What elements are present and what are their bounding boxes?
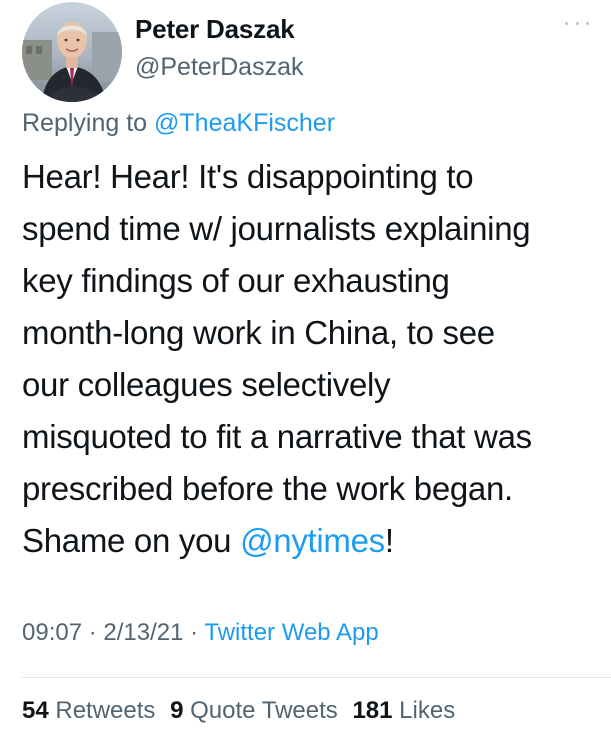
tweet-text-last-line: Shame on you @nytimes! <box>22 515 607 567</box>
tweet-date[interactable]: 2/13/21 <box>103 619 183 646</box>
likes-label: Likes <box>399 697 456 724</box>
tweet-text-line: month-long work in China, to see <box>22 314 495 351</box>
reply-mention-link[interactable]: @TheaKFischer <box>154 109 335 137</box>
meta-separator: · <box>183 619 205 646</box>
likes-stat[interactable]: 181 Likes <box>352 697 455 724</box>
tweet-text-segment: ! <box>384 522 394 559</box>
nytimes-mention-link[interactable]: @nytimes <box>240 522 385 559</box>
quote-tweets-stat[interactable]: 9 Quote Tweets <box>170 697 338 724</box>
more-dot <box>575 21 579 25</box>
likes-count: 181 <box>352 697 393 724</box>
replying-to-label: Replying to <box>22 109 148 137</box>
retweets-stat[interactable]: 54 Retweets <box>22 697 155 724</box>
tweet-text-line: spend time w/ journalists explaining <box>22 210 531 247</box>
tweet-text-line: our colleagues selectively <box>22 366 391 403</box>
tweet-time[interactable]: 09:07 <box>22 619 82 646</box>
tweet-text-line: prescribed before the work began. <box>22 470 513 507</box>
meta-separator: · <box>82 619 104 646</box>
retweets-label: Retweets <box>55 697 156 724</box>
tweet-source-link[interactable]: Twitter Web App <box>204 619 378 646</box>
retweets-count: 54 <box>22 697 49 724</box>
more-dot <box>586 21 589 25</box>
avatar[interactable] <box>22 2 122 102</box>
avatar-photo <box>22 2 122 102</box>
tweet-text: Hear! Hear! It's disappointing to spend … <box>22 151 607 567</box>
author-handle[interactable]: @PeterDaszak <box>135 53 304 82</box>
quote-tweets-label: Quote Tweets <box>190 697 338 724</box>
tweet-metadata: 09:07 · 2/13/21 · Twitter Web App <box>22 619 379 647</box>
tweet-text-line: Hear! Hear! It's disappointing to <box>22 158 474 195</box>
more-horizontal-icon[interactable] <box>565 18 589 28</box>
quote-tweets-count: 9 <box>170 697 184 724</box>
replying-to: Replying to @TheaKFischer <box>22 109 335 138</box>
divider <box>22 677 611 678</box>
tweet-text-line: misquoted to fit a narrative that was <box>22 418 532 455</box>
engagement-stats: 54 Retweets 9 Quote Tweets 181 Likes <box>22 697 463 725</box>
tweet-card: Peter Daszak @PeterDaszak Replying to @T… <box>0 0 611 743</box>
tweet-text-segment: Shame on you <box>22 522 241 559</box>
author-name[interactable]: Peter Daszak <box>135 14 295 45</box>
tweet-text-line: key findings of our exhausting <box>22 262 450 299</box>
more-dot <box>565 21 568 25</box>
